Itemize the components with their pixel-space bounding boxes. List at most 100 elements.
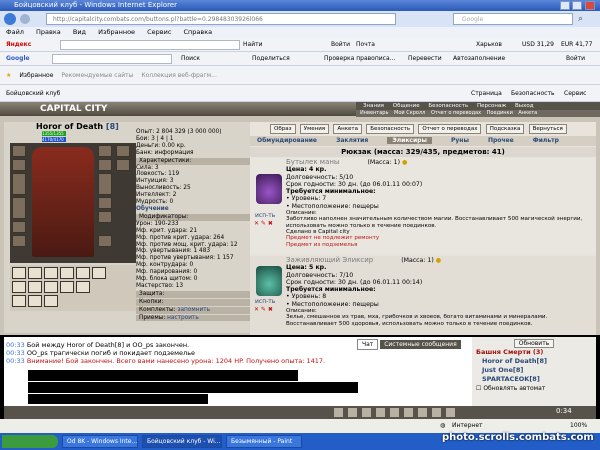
slot-gloves[interactable] xyxy=(12,235,26,247)
menu-security[interactable]: Безопасность xyxy=(428,103,468,109)
url-input[interactable]: http://capitalcity.combats.com/buttons.p… xyxy=(46,13,396,25)
transfers-button[interactable]: Отчет о переводах xyxy=(418,124,482,134)
belt-slot[interactable] xyxy=(76,281,90,293)
menu-profile[interactable]: Анкета xyxy=(518,110,537,116)
menu-character[interactable]: Персонаж xyxy=(477,103,506,109)
taskbar-item[interactable]: Безымянный - Paint xyxy=(226,435,302,448)
defense-header[interactable]: Защита: xyxy=(136,290,250,298)
sets-label[interactable]: Комплекты: xyxy=(139,307,176,313)
belt-slot[interactable] xyxy=(12,295,26,307)
profile-button[interactable]: Анкета xyxy=(333,124,362,134)
search-icon[interactable]: ⌕ xyxy=(578,14,583,24)
menu-view[interactable]: Вид xyxy=(73,28,86,36)
system-messages-tab[interactable]: Системные сообщения xyxy=(380,340,461,349)
tab-filter[interactable]: Фильтр xyxy=(533,137,559,144)
yandex-login[interactable]: Войти xyxy=(331,38,350,51)
refresh-button[interactable]: Обновить xyxy=(513,339,555,348)
chat-time[interactable]: 00:33 xyxy=(6,341,25,349)
use-link[interactable]: исп-ть xyxy=(255,212,275,219)
moves-label[interactable]: Приемы: xyxy=(139,315,165,321)
star-icon[interactable]: ★ xyxy=(6,72,11,79)
close-button[interactable] xyxy=(585,1,595,10)
action-icon[interactable] xyxy=(376,408,385,417)
auto-refresh-checkbox[interactable]: ☐ Обновлять автомат xyxy=(472,384,596,393)
menu-tools[interactable]: Сервис xyxy=(147,28,171,36)
slot-legs[interactable] xyxy=(98,211,112,223)
taskbar-item[interactable]: Od 8K - Windows Inte... xyxy=(62,435,138,448)
belt-slot[interactable] xyxy=(76,267,90,279)
slot-boots[interactable] xyxy=(98,235,112,247)
slot-weapon[interactable] xyxy=(12,173,26,195)
belt-slot[interactable] xyxy=(44,295,58,307)
return-button[interactable]: Вернуться xyxy=(528,124,567,134)
google-spellcheck[interactable]: Проверка правописа... xyxy=(324,52,395,65)
menu-transfers[interactable]: Отчет о переводах xyxy=(431,110,481,116)
belt-slot[interactable] xyxy=(28,281,42,293)
tab-combats[interactable]: Бойцовский клуб xyxy=(6,90,60,97)
chat-time[interactable]: 00:33 xyxy=(6,349,25,357)
action-icon[interactable] xyxy=(348,408,357,417)
page-menu[interactable]: Страница xyxy=(471,85,502,101)
action-icon[interactable] xyxy=(390,408,399,417)
slot-extra-1[interactable] xyxy=(116,145,130,157)
action-icon[interactable] xyxy=(446,408,455,417)
taskbar-item-active[interactable]: Бойцовский клуб - Wi... xyxy=(142,435,222,448)
mana-potion-icon[interactable] xyxy=(256,174,282,204)
chat-time[interactable]: 00:33 xyxy=(6,357,25,365)
favorite-webslices[interactable]: Коллекция веб-фрагм... xyxy=(141,72,217,79)
character-avatar[interactable] xyxy=(32,147,94,257)
modifiers-header[interactable]: Модификаторы: xyxy=(136,213,250,221)
yandex-find-button[interactable]: Найти xyxy=(243,38,262,51)
stat-bank[interactable]: Банк: информация xyxy=(136,150,250,157)
tools-menu[interactable]: Сервис xyxy=(564,85,586,101)
online-player[interactable]: Just One[8] xyxy=(472,366,596,375)
action-icon[interactable] xyxy=(418,408,427,417)
look-button[interactable]: Образ xyxy=(270,124,296,134)
item-action-icons[interactable]: ✕ ✎ ✖ xyxy=(254,306,273,313)
belt-slot[interactable] xyxy=(28,267,42,279)
maximize-button[interactable] xyxy=(572,1,582,10)
slot-shield[interactable] xyxy=(98,173,112,195)
action-icon[interactable] xyxy=(362,408,371,417)
slot-armor[interactable] xyxy=(12,197,26,219)
slot-helmet[interactable] xyxy=(98,145,112,157)
menu-communication[interactable]: Общение xyxy=(393,103,420,109)
favorite-recommended[interactable]: Рекомендуемые сайты xyxy=(61,72,133,79)
belt-slot[interactable] xyxy=(60,281,74,293)
tab-spells[interactable]: Заклятия xyxy=(336,137,368,144)
online-player[interactable]: SPARTACEOK[8] xyxy=(472,375,596,384)
tab-equipment[interactable]: Обмундирование xyxy=(257,137,317,144)
hint-button[interactable]: Подсказка xyxy=(485,124,525,134)
belt-slot[interactable] xyxy=(44,281,58,293)
back-icon[interactable] xyxy=(4,13,16,25)
menu-inventory[interactable]: Инвентарь xyxy=(360,110,388,116)
google-search-button[interactable]: Поиск xyxy=(181,52,200,65)
search-input[interactable]: Google xyxy=(453,13,573,25)
attributes-header[interactable]: Характеристики: xyxy=(136,157,250,165)
action-icon[interactable] xyxy=(432,408,441,417)
google-share[interactable]: Поделиться xyxy=(252,52,290,65)
yandex-mail[interactable]: Почта xyxy=(356,38,375,51)
google-login[interactable]: Войти xyxy=(566,52,585,65)
use-link[interactable]: исп-ть xyxy=(255,298,275,305)
slot-bracers[interactable] xyxy=(98,159,112,171)
belt-slot[interactable] xyxy=(12,267,26,279)
slot-earring[interactable] xyxy=(12,145,26,157)
training-link[interactable]: Обучение xyxy=(136,206,250,213)
online-player[interactable]: Horor of Death[8] xyxy=(472,357,596,366)
healing-elixir-icon[interactable] xyxy=(256,266,282,296)
menu-favorites[interactable]: Избранное xyxy=(98,28,135,36)
belt-slot[interactable] xyxy=(92,267,106,279)
skills-button[interactable]: Умения xyxy=(299,124,330,134)
buttons-header[interactable]: Кнопки: xyxy=(136,298,250,306)
menu-help[interactable]: Справка xyxy=(184,28,213,36)
action-icon[interactable] xyxy=(334,408,343,417)
favorites-button[interactable]: Избранное xyxy=(19,72,53,79)
forward-icon[interactable] xyxy=(20,14,30,24)
remember-link[interactable]: запомнить xyxy=(177,307,210,313)
chat-tab[interactable]: Чат xyxy=(357,339,379,350)
google-search-input[interactable] xyxy=(52,54,172,64)
action-icon[interactable] xyxy=(404,408,413,417)
menu-fights[interactable]: Поединки xyxy=(487,110,513,116)
menu-edit[interactable]: Правка xyxy=(36,28,61,36)
